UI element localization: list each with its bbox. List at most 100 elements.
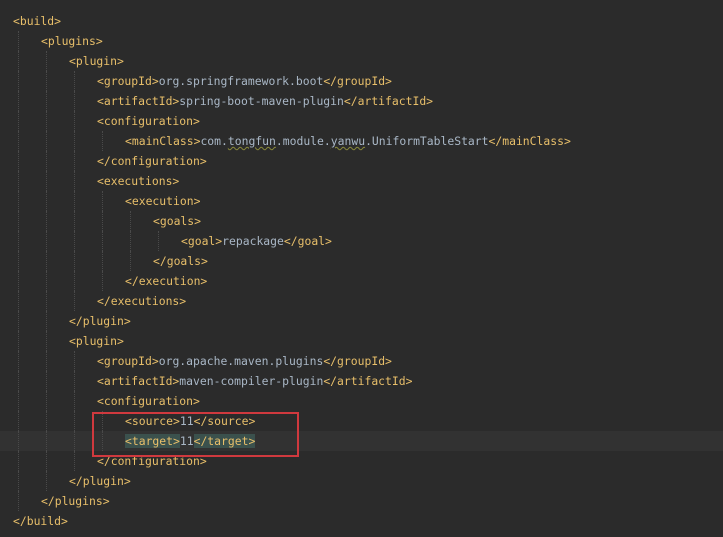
code-line[interactable]: <configuration> bbox=[0, 111, 723, 131]
xml-open-tag: </build> bbox=[13, 514, 68, 528]
xml-text-value: .UniformTableStart bbox=[365, 134, 489, 148]
code-text: <build> bbox=[13, 11, 61, 31]
code-line[interactable]: <plugin> bbox=[0, 331, 723, 351]
code-line[interactable]: </execution> bbox=[0, 271, 723, 291]
indent-guide bbox=[46, 291, 48, 311]
code-line[interactable]: <target>11</target> bbox=[0, 431, 723, 451]
indent-guide bbox=[18, 431, 20, 451]
code-line[interactable]: <executions> bbox=[0, 171, 723, 191]
xml-open-tag: <mainClass> bbox=[125, 134, 201, 148]
xml-open-tag: <configuration> bbox=[97, 114, 200, 128]
code-line[interactable]: <plugin> bbox=[0, 51, 723, 71]
xml-close-tag: </mainClass> bbox=[488, 134, 571, 148]
code-line[interactable]: </goals> bbox=[0, 251, 723, 271]
xml-close-tag: </groupId> bbox=[323, 74, 392, 88]
code-line[interactable]: <artifactId>spring-boot-maven-plugin</ar… bbox=[0, 91, 723, 111]
code-line[interactable]: <artifactId>maven-compiler-plugin</artif… bbox=[0, 371, 723, 391]
indent-guide bbox=[74, 251, 76, 271]
code-line[interactable]: </plugin> bbox=[0, 311, 723, 331]
code-line[interactable]: <execution> bbox=[0, 191, 723, 211]
xml-open-tag: <goals> bbox=[153, 214, 202, 228]
indent-guide bbox=[102, 251, 104, 271]
indent-guide bbox=[102, 271, 104, 291]
xml-close-tag: </artifactId> bbox=[343, 94, 434, 108]
indent-guide bbox=[74, 231, 76, 251]
indent-guide bbox=[18, 371, 20, 391]
xml-open-tag: <plugins> bbox=[41, 34, 103, 48]
code-text: <goals> bbox=[153, 211, 201, 231]
xml-text-value: 11 bbox=[179, 434, 194, 448]
indent-guide bbox=[158, 231, 160, 251]
indent-guide bbox=[74, 411, 76, 431]
code-line[interactable]: <goals> bbox=[0, 211, 723, 231]
indent-guide bbox=[18, 411, 20, 431]
indent-guide bbox=[74, 171, 76, 191]
indent-guide bbox=[46, 131, 48, 151]
code-line[interactable]: <groupId>org.apache.maven.plugins</group… bbox=[0, 351, 723, 371]
indent-guide bbox=[74, 391, 76, 411]
xml-open-tag: <goal> bbox=[181, 234, 223, 248]
code-line[interactable]: </configuration> bbox=[0, 451, 723, 471]
xml-open-tag: <artifactId> bbox=[97, 94, 180, 108]
indent-guide bbox=[46, 351, 48, 371]
code-line[interactable]: </plugin> bbox=[0, 471, 723, 491]
indent-guide bbox=[102, 411, 104, 431]
xml-open-tag: </goals> bbox=[153, 254, 208, 268]
indent-guide bbox=[18, 331, 20, 351]
xml-text-value: 11 bbox=[179, 414, 194, 428]
indent-guide bbox=[46, 311, 48, 331]
code-line[interactable]: </executions> bbox=[0, 291, 723, 311]
indent-guide bbox=[46, 191, 48, 211]
indent-guide bbox=[46, 251, 48, 271]
code-text: </configuration> bbox=[97, 451, 207, 471]
code-line[interactable]: <goal>repackage</goal> bbox=[0, 231, 723, 251]
xml-open-tag: <build> bbox=[13, 14, 62, 28]
indent-guide bbox=[46, 51, 48, 71]
indent-guide bbox=[46, 391, 48, 411]
indent-guide bbox=[46, 471, 48, 491]
xml-open-tag: </plugin> bbox=[69, 474, 131, 488]
code-line[interactable]: <build> bbox=[0, 11, 723, 31]
code-text: <goal>repackage</goal> bbox=[181, 231, 332, 251]
xml-text-value: .module. bbox=[275, 134, 331, 148]
xml-close-tag: </target> bbox=[193, 434, 256, 448]
indent-guide bbox=[46, 171, 48, 191]
code-line[interactable]: <plugins> bbox=[0, 31, 723, 51]
xml-open-tag: <groupId> bbox=[97, 74, 159, 88]
indent-guide bbox=[18, 111, 20, 131]
indent-guide bbox=[18, 391, 20, 411]
xml-open-tag: <plugin> bbox=[69, 334, 124, 348]
code-editor[interactable]: <build> <plugins> <plugin> <groupId>org.spr… bbox=[0, 0, 723, 537]
code-text: <plugin> bbox=[69, 51, 124, 71]
indent-guide bbox=[18, 471, 20, 491]
indent-guide bbox=[46, 111, 48, 131]
code-line[interactable]: <mainClass>com.tongfun.module.yanwu.Unif… bbox=[0, 131, 723, 151]
code-text: <artifactId>spring-boot-maven-plugin</ar… bbox=[97, 91, 433, 111]
indent-guide bbox=[74, 91, 76, 111]
code-text: <plugin> bbox=[69, 331, 124, 351]
indent-guide bbox=[102, 231, 104, 251]
code-text: </plugin> bbox=[69, 471, 131, 491]
xml-open-tag: <target> bbox=[125, 434, 180, 448]
indent-guide bbox=[46, 231, 48, 251]
code-line[interactable]: </configuration> bbox=[0, 151, 723, 171]
indent-guide bbox=[46, 211, 48, 231]
code-line[interactable]: </plugins> bbox=[0, 491, 723, 511]
indent-guide bbox=[74, 451, 76, 471]
indent-guide bbox=[102, 131, 104, 151]
indent-guide bbox=[74, 271, 76, 291]
indent-guide bbox=[74, 431, 76, 451]
indent-guide bbox=[102, 211, 104, 231]
indent-guide bbox=[74, 191, 76, 211]
indent-guide bbox=[18, 491, 20, 511]
code-text: <plugins> bbox=[41, 31, 103, 51]
xml-open-tag: <groupId> bbox=[97, 354, 159, 368]
xml-text-value: org.apache.maven.plugins bbox=[158, 354, 324, 368]
code-line[interactable]: <groupId>org.springframework.boot</group… bbox=[0, 71, 723, 91]
xml-text-value: org.springframework.boot bbox=[158, 74, 324, 88]
indent-guide bbox=[46, 271, 48, 291]
code-line[interactable]: </build> bbox=[0, 511, 723, 531]
code-line[interactable]: <source>11</source> bbox=[0, 411, 723, 431]
code-text: <mainClass>com.tongfun.module.yanwu.Unif… bbox=[125, 131, 571, 151]
code-line[interactable]: <configuration> bbox=[0, 391, 723, 411]
